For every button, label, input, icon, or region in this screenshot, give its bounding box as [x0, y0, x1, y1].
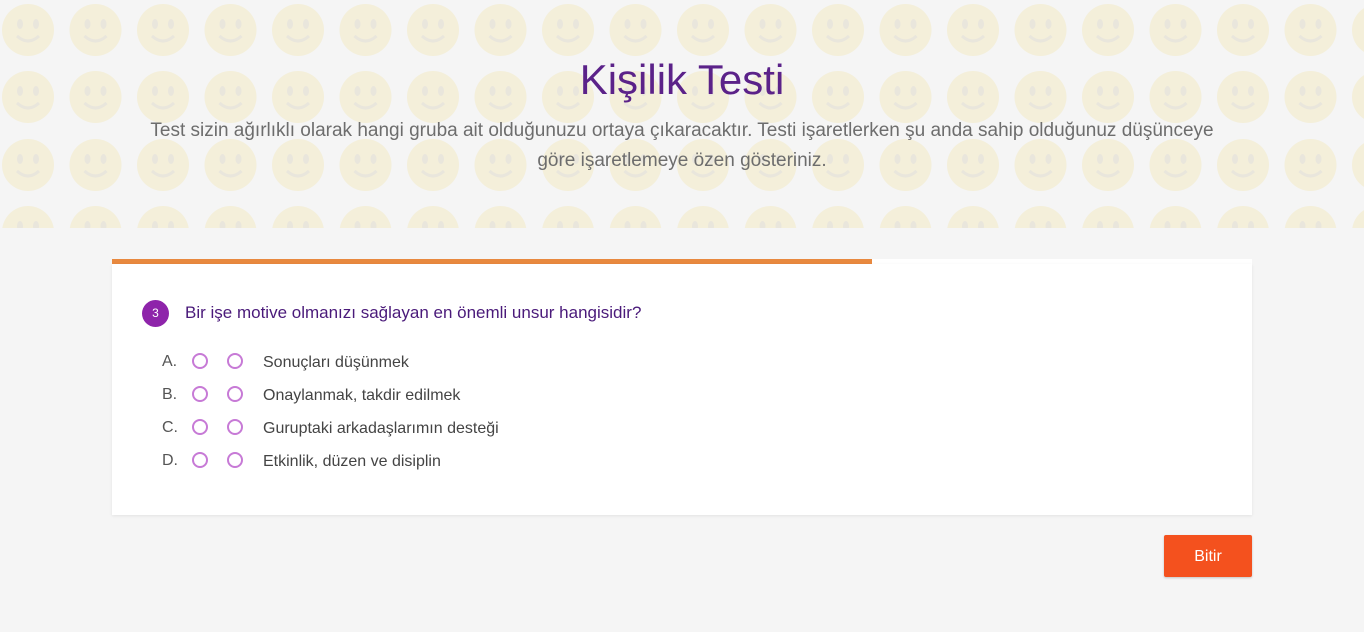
option-a: A. Sonuçları düşünmek: [162, 353, 762, 375]
option-label: Sonuçları düşünmek: [263, 354, 409, 371]
option-c: C. Guruptaki arkadaşlarımın desteği: [162, 419, 762, 441]
option-b: B. Onaylanmak, takdir edilmek: [162, 386, 762, 408]
question-number-badge: 3: [142, 300, 169, 327]
hero-overlay: [0, 0, 1364, 228]
option-a-radio-1[interactable]: [192, 353, 208, 369]
question-card: 3 Bir işe motive olmanızı sağlayan en ön…: [112, 264, 1252, 515]
option-b-radio-1[interactable]: [192, 386, 208, 402]
option-c-radio-1[interactable]: [192, 419, 208, 435]
option-d: D. Etkinlik, düzen ve disiplin: [162, 452, 762, 474]
option-c-radio-2[interactable]: [227, 419, 243, 435]
question-text: Bir işe motive olmanızı sağlayan en önem…: [185, 303, 642, 322]
page-title: Kişilik Testi: [579, 56, 785, 103]
option-letter: C.: [162, 419, 178, 436]
option-letter: A.: [162, 353, 178, 370]
hero-banner: Kişilik Testi Test sizin ağırlıklı olara…: [0, 0, 1364, 228]
option-letter: D.: [162, 452, 178, 469]
option-d-radio-1[interactable]: [192, 452, 208, 468]
option-label: Onaylanmak, takdir edilmek: [263, 387, 461, 404]
option-d-radio-2[interactable]: [227, 452, 243, 468]
option-b-radio-2[interactable]: [227, 386, 243, 402]
option-label: Etkinlik, düzen ve disiplin: [263, 453, 441, 470]
option-letter: B.: [162, 386, 178, 403]
finish-button[interactable]: Bitir: [1164, 535, 1252, 577]
page-subtitle: Test sizin ağırlıklı olarak hangi gruba …: [150, 120, 1214, 171]
option-a-radio-2[interactable]: [227, 353, 243, 369]
option-label: Guruptaki arkadaşlarımın desteği: [263, 420, 499, 437]
